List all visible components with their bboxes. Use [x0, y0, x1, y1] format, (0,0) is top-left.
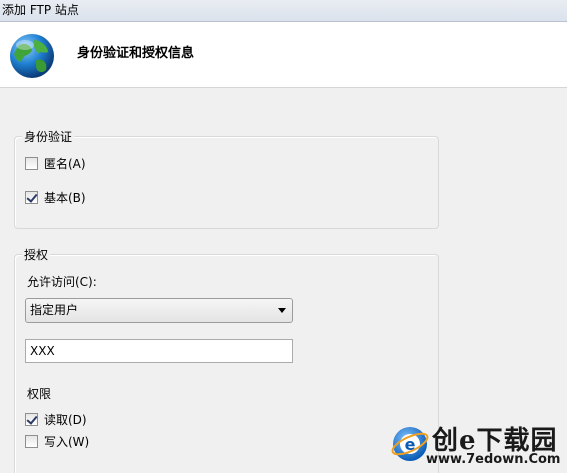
globe-icon: [10, 34, 54, 78]
read-checkbox[interactable]: [25, 412, 38, 426]
allow-access-select[interactable]: 指定用户: [25, 298, 293, 323]
write-label: 写入(W): [44, 434, 90, 449]
wizard-header: 身份验证和授权信息: [0, 22, 567, 88]
basic-checkbox[interactable]: [25, 190, 38, 204]
basic-label: 基本(B): [44, 190, 86, 205]
page-title: 身份验证和授权信息: [77, 46, 195, 61]
window-title-bar: 添加 FTP 站点: [0, 0, 567, 22]
permissions-label: 权限: [27, 387, 52, 401]
authentication-group: [14, 136, 439, 229]
anonymous-checkbox-row[interactable]: 匿名(A): [25, 155, 86, 171]
authentication-group-title: 身份验证: [22, 128, 75, 145]
write-checkbox[interactable]: [25, 434, 38, 448]
anonymous-label: 匿名(A): [44, 156, 86, 171]
allow-access-selected: 指定用户: [30, 303, 79, 317]
write-checkbox-row[interactable]: 写入(W): [25, 433, 89, 449]
authorization-group-title: 授权: [22, 246, 51, 263]
watermark-url: www.7edown.Com: [426, 452, 561, 467]
user-name-value: XXX: [30, 344, 55, 358]
user-name-input[interactable]: XXX: [25, 339, 293, 363]
dropdown-arrow-icon: [278, 308, 286, 313]
basic-checkbox-row[interactable]: 基本(B): [25, 189, 86, 205]
read-checkbox-row[interactable]: 读取(D): [25, 411, 87, 427]
watermark-logo-icon: e: [391, 427, 429, 461]
read-label: 读取(D): [44, 412, 87, 427]
anonymous-checkbox[interactable]: [25, 156, 38, 170]
window-title: 添加 FTP 站点: [2, 3, 79, 17]
allow-access-label: 允许访问(C):: [27, 275, 97, 289]
